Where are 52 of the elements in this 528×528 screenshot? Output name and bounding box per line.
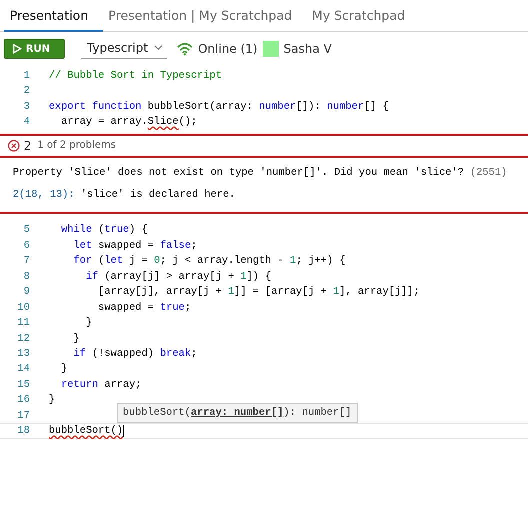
error-icon <box>8 140 20 152</box>
line-number: 14 <box>16 363 30 376</box>
code-text: let swapped = false; <box>72 240 198 252</box>
tab[interactable]: Presentation | My Scratchpad <box>102 0 306 32</box>
line-number: 15 <box>16 378 30 391</box>
related-message: 'slice' is declared here. <box>80 188 236 201</box>
code-text: bubbleSort() <box>49 425 124 438</box>
text-cursor <box>123 425 124 438</box>
line-number: 16 <box>16 394 30 406</box>
tab[interactable]: Presentation <box>4 0 103 32</box>
code-text: if (array[j] > array[j + 1]) { <box>85 270 272 283</box>
line-number: 9 <box>22 286 30 298</box>
signature-hint: bubbleSort(array: number[]): number[] <box>117 402 358 423</box>
user-name: Sasha V <box>284 42 332 56</box>
line-number: 13 <box>16 348 30 360</box>
language-dropdown[interactable]: Typescript <box>81 39 168 59</box>
run-button[interactable]: RUN <box>4 39 66 59</box>
related-location-link[interactable]: 2(18, 13): <box>13 188 75 201</box>
code-text: // Bubble Sort in Typescript <box>49 70 222 82</box>
code-text: swapped = true; <box>97 302 192 314</box>
line-number: 2 <box>22 85 30 98</box>
code-text: [array[j], array[j + 1]] = [array[j + 1], array[j]]; <box>97 286 420 298</box>
wifi-icon <box>177 42 194 56</box>
code-text: for (let j = 0; j < array.length - 1; j++) { <box>72 255 346 268</box>
line-number: 1 <box>22 70 30 82</box>
line-number: 6 <box>22 240 30 252</box>
code-text: } <box>49 394 56 406</box>
connection-status: Online (1) <box>198 42 258 56</box>
line-number: 8 <box>22 270 30 283</box>
line-number: 5 <box>22 224 30 236</box>
line-number: 4 <box>22 116 30 128</box>
line-number: 3 <box>22 100 30 113</box>
code-text: } <box>85 317 92 330</box>
chevron-down-icon <box>154 45 164 51</box>
problem-position: 1 of 2 problems <box>38 140 116 152</box>
code-text: export function bubbleSort(array: number[]): number[] { <box>49 100 389 113</box>
line-number: 7 <box>22 255 30 268</box>
error-message: Property 'Slice' does not exist on type 'number[]'. Did you mean 'slice'? (2551) <box>12 166 508 179</box>
play-icon <box>13 44 22 54</box>
line-number: 18 <box>16 425 30 438</box>
problem-count: 2 <box>24 138 32 153</box>
code-text: while (true) { <box>60 224 148 236</box>
code-text: } <box>72 332 80 345</box>
code-text: if (!swapped) break; <box>72 348 198 360</box>
code-text: return array; <box>60 378 142 391</box>
line-number: 11 <box>16 317 30 330</box>
tab[interactable]: My Scratchpad <box>306 0 420 32</box>
line-number: 10 <box>16 302 30 314</box>
line-number: 12 <box>16 332 30 345</box>
line-number: 17 <box>16 410 30 422</box>
code-text: array = array.Slice(); <box>60 116 198 128</box>
code-text: } <box>60 363 68 376</box>
